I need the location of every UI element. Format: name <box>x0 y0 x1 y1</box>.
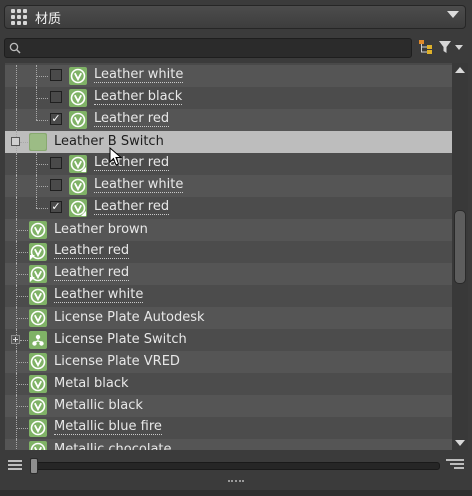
material-icon <box>29 397 47 415</box>
material-tree: Leather white Leather black ✓ Leather re… <box>5 63 452 450</box>
tree-row[interactable]: Metal black <box>5 373 452 395</box>
tree-item-label: Leather brown <box>54 222 148 237</box>
tree-item-label: License Plate Autodesk <box>54 310 205 325</box>
tree-row[interactable]: Leather red <box>5 241 452 263</box>
scroll-down-arrow-icon[interactable] <box>455 440 465 446</box>
search-field[interactable] <box>4 38 412 58</box>
tree-row-selected[interactable]: Leather B Switch <box>5 131 452 153</box>
tree-row[interactable]: ✓ Leather red <box>5 197 452 219</box>
chevron-down-icon[interactable] <box>447 11 459 18</box>
tree-row[interactable]: ✓ Leather red <box>5 109 452 131</box>
magnifier-icon <box>9 42 21 54</box>
list-view-small-icon[interactable] <box>8 460 22 472</box>
tree-item-label: Leather white <box>94 67 184 83</box>
material-icon <box>69 155 87 173</box>
material-icon <box>69 111 87 129</box>
resize-grip-icon[interactable] <box>228 480 244 484</box>
visibility-checkbox[interactable]: ✓ <box>50 113 62 125</box>
tree-item-label: Metallic blue fire <box>54 419 162 435</box>
tree-row[interactable]: License Plate VRED <box>5 351 452 373</box>
expand-toggle[interactable] <box>11 137 20 146</box>
material-icon <box>29 441 47 450</box>
tree-row[interactable]: Leather brown <box>5 219 452 241</box>
scrollbar-thumb[interactable] <box>454 210 466 284</box>
tree-item-label: Leather white <box>54 287 144 303</box>
visibility-checkbox[interactable] <box>50 91 62 103</box>
visibility-checkbox[interactable] <box>50 157 62 169</box>
material-icon <box>69 177 87 195</box>
switch-material-icon <box>29 331 47 349</box>
material-category-dropdown[interactable]: 材质 <box>4 5 466 29</box>
tree-row[interactable]: Leather white <box>5 175 452 197</box>
material-icon <box>29 309 47 327</box>
tree-item-label: Leather red <box>94 111 170 127</box>
material-icon <box>69 67 87 85</box>
tree-item-label: Leather white <box>94 177 184 193</box>
filter-icon[interactable] <box>438 39 466 55</box>
visibility-checkbox[interactable] <box>50 69 62 81</box>
tree-row[interactable]: Metallic blue fire <box>5 417 452 439</box>
switch-material-icon <box>29 133 47 151</box>
tree-item-label: Leather red <box>94 199 170 215</box>
list-view-large-icon[interactable] <box>446 459 464 473</box>
search-bar <box>4 37 468 59</box>
dropdown-title: 材质 <box>35 11 62 27</box>
scroll-up-arrow-icon[interactable] <box>455 67 465 73</box>
material-icon <box>29 221 47 239</box>
material-icon <box>29 287 47 305</box>
tree-row[interactable]: Metallic black <box>5 395 452 417</box>
material-icon <box>29 243 47 261</box>
tree-row[interactable]: Leather white <box>5 285 452 307</box>
tree-item-label: Metallic chocolate <box>54 442 172 450</box>
tree-item-label: Leather red <box>54 265 130 281</box>
tree-row[interactable]: Leather red <box>5 263 452 285</box>
tree-item-label: Leather red <box>94 155 170 171</box>
material-icon <box>69 199 87 217</box>
material-icon <box>29 375 47 393</box>
grid-menu-icon[interactable] <box>11 8 31 26</box>
search-input[interactable] <box>25 40 405 56</box>
material-icon <box>69 89 87 107</box>
tree-row[interactable]: License Plate Switch <box>5 329 452 351</box>
tree-row[interactable]: Metallic chocolate <box>5 439 452 450</box>
tree-row[interactable]: Leather black <box>5 87 452 109</box>
bottom-strip <box>0 490 472 496</box>
tree-row[interactable]: Leather red <box>5 153 452 175</box>
material-icon <box>29 419 47 437</box>
material-icon <box>29 265 47 283</box>
tree-item-label: Leather red <box>54 243 130 259</box>
icon-size-slider[interactable] <box>30 462 440 470</box>
tree-item-label: License Plate VRED <box>54 354 180 369</box>
tree-item-label: Metal black <box>54 376 129 391</box>
visibility-checkbox[interactable]: ✓ <box>50 201 62 213</box>
tree-row[interactable]: Leather white <box>5 65 452 87</box>
expand-toggle[interactable] <box>11 335 20 344</box>
vertical-scrollbar[interactable] <box>452 63 468 450</box>
material-icon <box>29 353 47 371</box>
tree-item-label: Metallic black <box>54 398 143 413</box>
visibility-checkbox[interactable] <box>50 179 62 191</box>
tree-item-label: License Plate Switch <box>54 332 187 347</box>
tree-row[interactable]: License Plate Autodesk <box>5 307 452 329</box>
icon-size-slider-thumb[interactable] <box>30 458 38 474</box>
tree-item-label: Leather black <box>94 89 183 105</box>
tree-item-label: Leather B Switch <box>54 134 164 149</box>
hierarchy-icon[interactable] <box>418 39 434 55</box>
